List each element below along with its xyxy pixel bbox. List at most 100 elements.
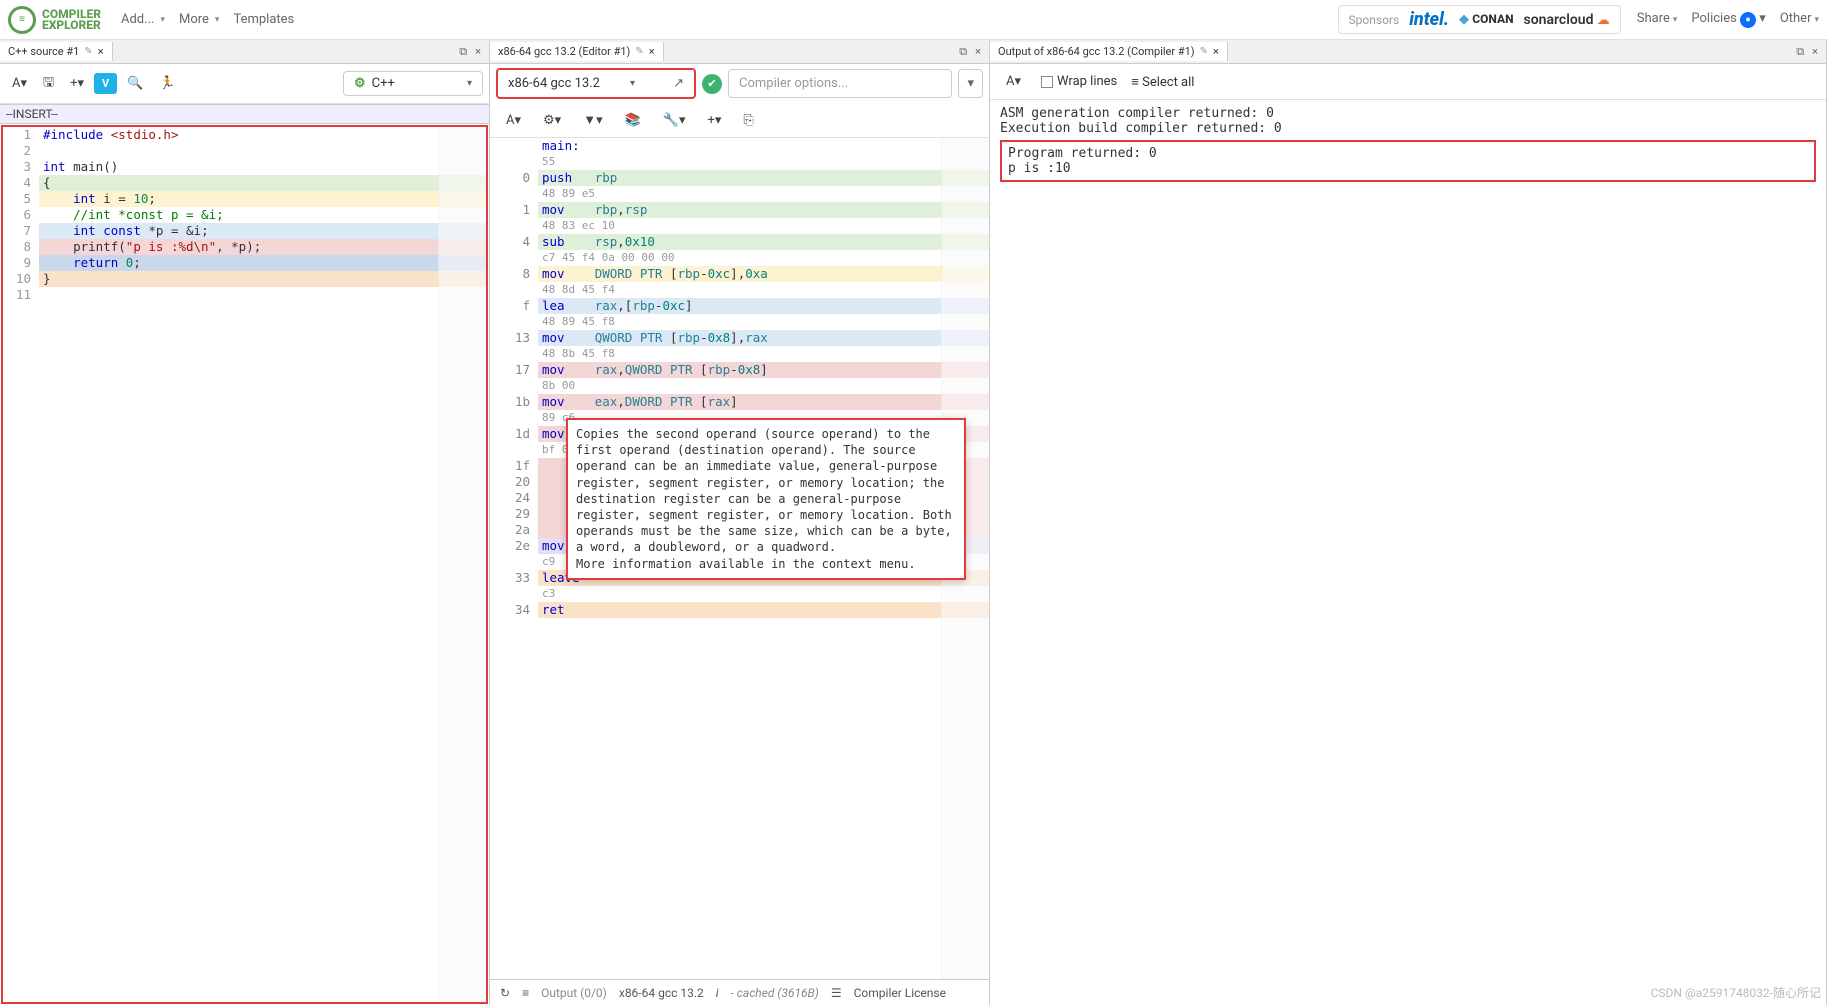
save-icon[interactable]: 🖫: [37, 69, 60, 99]
wrench-icon[interactable]: 🔧▾: [657, 108, 692, 132]
menu-policies[interactable]: Policies ● ▾: [1691, 11, 1765, 28]
edit-icon[interactable]: ✎: [84, 46, 92, 57]
asm-line[interactable]: 1mov rbp,rsp: [490, 202, 989, 218]
asm-tabbar: x86-64 gcc 13.2 (Editor #1) ✎ × ⧉ ×: [490, 40, 989, 64]
close-icon[interactable]: ×: [1213, 45, 1219, 58]
source-toolbar: A▾ 🖫 +▾ V 🔍 🏃 ⚙ C++ ▾: [0, 64, 489, 104]
compiler-row: x86-64 gcc 13.2 ▾ ↗ ✔ Compiler options..…: [490, 64, 989, 103]
info-icon[interactable]: i: [716, 986, 719, 1000]
bars-icon[interactable]: ☰: [831, 986, 842, 1000]
asm-line[interactable]: 1bmov eax,DWORD PTR [rax]: [490, 394, 989, 410]
options-dropdown[interactable]: ▾: [958, 69, 983, 98]
code-line[interactable]: 3int main(): [3, 159, 486, 175]
asm-line[interactable]: 4sub rsp,0x10: [490, 234, 989, 250]
edit-icon[interactable]: ✎: [635, 46, 643, 57]
policies-badge-icon: ●: [1740, 12, 1756, 28]
watermark: CSDN @a2591748032-随心所记: [1651, 984, 1821, 1001]
add-button[interactable]: +▾: [702, 108, 728, 132]
language-label: C++: [372, 76, 395, 91]
language-select[interactable]: ⚙ C++ ▾: [343, 71, 483, 96]
menu-share[interactable]: Share: [1637, 11, 1678, 28]
filter-icon[interactable]: ▼▾: [577, 108, 608, 132]
font-button[interactable]: A▾: [1000, 70, 1027, 93]
menu-more[interactable]: More: [179, 12, 219, 27]
list-icon[interactable]: ≡: [522, 986, 529, 1000]
asm-editor[interactable]: main:550push rbp48 89 e51mov rbp,rsp48 8…: [490, 138, 989, 1005]
select-all-button[interactable]: ≡ Select all: [1131, 74, 1194, 90]
refresh-icon[interactable]: ↻: [500, 986, 510, 1000]
asm-statusbar: ↻ ≡ Output (0/0) x86-64 gcc 13.2 i - cac…: [490, 979, 989, 1005]
source-tab-label: C++ source #1: [8, 45, 79, 58]
output-tab-label: Output of x86-64 gcc 13.2 (Compiler #1): [998, 45, 1195, 58]
popout-icon[interactable]: ⧉: [959, 45, 967, 59]
status-compiler: x86-64 gcc 13.2: [619, 986, 704, 1000]
sponsor-intel[interactable]: intel.: [1409, 9, 1449, 30]
source-editor[interactable]: 1#include <stdio.h>23int main()4{5 int i…: [1, 125, 488, 1004]
sponsor-sonar[interactable]: sonarcloud ☁: [1524, 12, 1610, 28]
close-icon[interactable]: ×: [649, 45, 655, 58]
topbar: ≡ COMPILER EXPLORER Add... More Template…: [0, 0, 1827, 40]
close-icon[interactable]: ×: [98, 45, 104, 58]
popout-icon[interactable]: ⧉: [459, 45, 467, 59]
code-line[interactable]: 7 int const *p = &i;: [3, 223, 486, 239]
sponsor-conan[interactable]: ◆ CONAN: [1459, 12, 1514, 27]
asm-line[interactable]: 0push rbp: [490, 170, 989, 186]
menu-templates[interactable]: Templates: [233, 12, 294, 27]
code-line[interactable]: 5 int i = 10;: [3, 191, 486, 207]
status-license[interactable]: Compiler License: [854, 986, 946, 1000]
cpp-icon: ⚙: [354, 76, 366, 91]
panel-close-icon[interactable]: ×: [1812, 45, 1818, 59]
menu-add[interactable]: Add...: [121, 12, 165, 27]
vim-button[interactable]: V: [94, 73, 117, 94]
source-tab[interactable]: C++ source #1 ✎ ×: [0, 42, 113, 61]
asm-line[interactable]: 13mov QWORD PTR [rbp-0x8],rax: [490, 330, 989, 346]
minimap[interactable]: [438, 127, 486, 1002]
output-count[interactable]: Output (0/0): [541, 986, 607, 1000]
code-line[interactable]: 2: [3, 143, 486, 159]
asm-line[interactable]: 17mov rax,QWORD PTR [rbp-0x8]: [490, 362, 989, 378]
font-button[interactable]: A▾: [6, 72, 33, 95]
status-cached: - cached (3616B): [731, 986, 819, 1000]
add-pane-button[interactable]: +▾: [64, 72, 90, 95]
code-line[interactable]: 6 //int *const p = &i;: [3, 207, 486, 223]
asm-line[interactable]: 34ret: [490, 602, 989, 618]
chevron-down-icon: ▾: [467, 78, 472, 89]
sponsors-box: Sponsors intel. ◆ CONAN sonarcloud ☁: [1338, 5, 1621, 34]
font-button[interactable]: A▾: [500, 108, 527, 132]
menu-other[interactable]: Other: [1780, 11, 1819, 28]
logo[interactable]: ≡ COMPILER EXPLORER: [8, 6, 101, 34]
logo-icon: ≡: [8, 6, 36, 34]
popout-icon[interactable]: ⧉: [1796, 45, 1804, 59]
output-line: Program returned: 0: [1008, 146, 1808, 161]
edit-icon[interactable]: ✎: [1200, 46, 1208, 57]
code-line[interactable]: 8 printf("p is :%d\n", *p);: [3, 239, 486, 255]
wrap-lines-checkbox[interactable]: Wrap lines: [1041, 74, 1117, 89]
code-line[interactable]: 10}: [3, 271, 486, 287]
panel-close-icon[interactable]: ×: [975, 45, 981, 59]
output-highlight: Program returned: 0 p is :10: [1000, 140, 1816, 182]
output-toolbar: A▾ Wrap lines ≡ Select all: [990, 64, 1826, 100]
tooltip-text: Copies the second operand (source operan…: [576, 427, 952, 554]
workspace: C++ source #1 ✎ × ⧉ × A▾ 🖫 +▾ V 🔍 🏃 ⚙ C+…: [0, 40, 1827, 1005]
gear-icon[interactable]: ⚙▾: [537, 108, 567, 132]
output-tab[interactable]: Output of x86-64 gcc 13.2 (Compiler #1) …: [990, 42, 1228, 61]
asm-line[interactable]: flea rax,[rbp-0xc]: [490, 298, 989, 314]
code-line[interactable]: 1#include <stdio.h>: [3, 127, 486, 143]
panel-close-icon[interactable]: ×: [475, 45, 481, 59]
sponsors-label: Sponsors: [1349, 13, 1400, 27]
asm-line[interactable]: 8mov DWORD PTR [rbp-0xc],0xa: [490, 266, 989, 282]
compiler-options-input[interactable]: Compiler options...: [728, 69, 952, 98]
asm-line[interactable]: main:: [490, 138, 989, 154]
code-line[interactable]: 11: [3, 287, 486, 303]
search-icon[interactable]: 🔍: [121, 72, 149, 95]
compile-icon[interactable]: ⎘: [737, 108, 759, 132]
run-icon[interactable]: 🏃: [153, 72, 181, 95]
code-line[interactable]: 9 return 0;: [3, 255, 486, 271]
compiler-select[interactable]: x86-64 gcc 13.2 ▾ ↗: [496, 68, 696, 99]
libs-icon[interactable]: 📚: [619, 108, 647, 132]
external-link-icon[interactable]: ↗: [673, 76, 684, 91]
top-menu: Add... More Templates: [121, 12, 294, 27]
vim-status: --INSERT--: [0, 104, 489, 124]
asm-tab[interactable]: x86-64 gcc 13.2 (Editor #1) ✎ ×: [490, 42, 664, 61]
code-line[interactable]: 4{: [3, 175, 486, 191]
